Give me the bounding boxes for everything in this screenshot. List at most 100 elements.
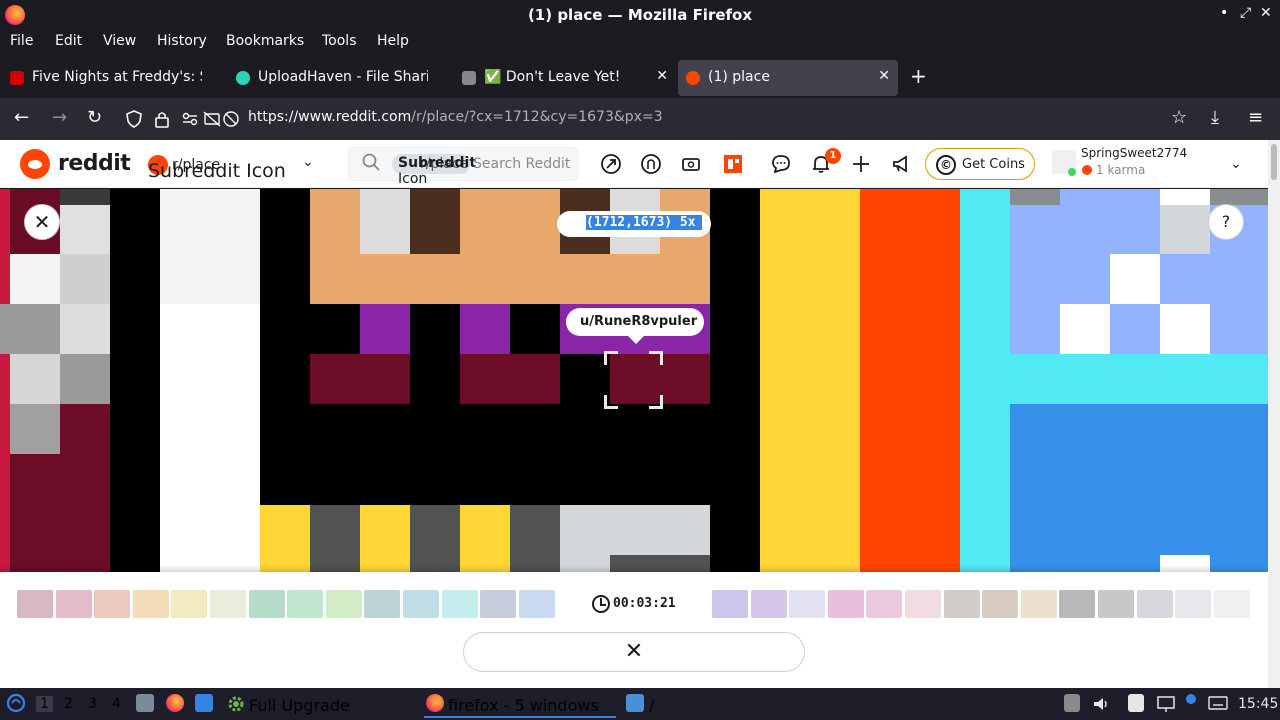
gear-icon[interactable] xyxy=(226,694,246,714)
color-swatch[interactable] xyxy=(1020,590,1057,618)
create-post-icon[interactable] xyxy=(850,153,872,175)
scrollbar[interactable] xyxy=(1268,140,1280,688)
scrollbar-thumb[interactable] xyxy=(1271,144,1277,180)
menu-tools[interactable]: Tools xyxy=(322,33,357,49)
folder-icon[interactable] xyxy=(626,694,644,712)
workspace-4[interactable]: 4 xyxy=(112,696,121,712)
menu-help[interactable]: Help xyxy=(377,33,409,49)
lock-icon[interactable] xyxy=(154,110,170,128)
full-upgrade-label[interactable]: Full Upgrade xyxy=(249,696,350,715)
title-bar: (1) place — Mozilla Firefox • ⤢ ✕ xyxy=(0,0,1280,30)
color-swatch[interactable] xyxy=(827,590,864,618)
keyboard-icon[interactable] xyxy=(1208,696,1228,710)
permissions-icon[interactable] xyxy=(182,111,198,127)
user-menu-chevron-icon[interactable]: ⌄ xyxy=(1230,156,1242,172)
color-swatch[interactable] xyxy=(17,590,53,618)
place-canvas[interactable] xyxy=(0,189,1268,572)
volume-icon[interactable] xyxy=(1092,695,1110,713)
chevron-down-icon[interactable]: ⌄ xyxy=(302,154,314,170)
clock: 15:45 xyxy=(1238,696,1279,712)
color-swatch[interactable] xyxy=(866,590,903,618)
tab-dont-leave[interactable]: ✅ Don't Leave Yet! ✕ xyxy=(454,60,676,96)
get-coins-button[interactable]: © Get Coins xyxy=(925,148,1035,180)
chat-icon[interactable] xyxy=(770,153,792,175)
tab-favicon-icon xyxy=(462,71,476,85)
folder-task-label[interactable]: / xyxy=(649,696,654,715)
maximize-icon[interactable]: ⤢ xyxy=(1240,5,1251,21)
color-swatch[interactable] xyxy=(132,590,169,618)
color-swatch[interactable] xyxy=(982,590,1019,618)
color-swatch[interactable] xyxy=(712,590,748,618)
color-swatch[interactable] xyxy=(94,590,131,618)
hamburger-menu-icon[interactable]: ≡ xyxy=(1248,107,1263,128)
tab-fnaf[interactable]: Five Nights at Freddy's: S xyxy=(2,60,224,96)
color-swatch[interactable] xyxy=(441,590,478,618)
bookmark-star-icon[interactable]: ☆ xyxy=(1171,107,1187,128)
menu-file[interactable]: File xyxy=(10,33,33,49)
reddit-logo-icon[interactable] xyxy=(20,149,50,179)
color-swatch[interactable] xyxy=(55,590,92,618)
color-swatch[interactable] xyxy=(905,590,941,618)
color-swatch[interactable] xyxy=(171,590,208,618)
username[interactable]: SpringSweet2774 xyxy=(1081,146,1187,160)
cancel-button[interactable]: ✕ xyxy=(463,632,805,672)
new-tab-icon[interactable]: + xyxy=(910,64,927,88)
color-swatch[interactable] xyxy=(1136,590,1173,618)
menu-history[interactable]: History xyxy=(157,33,207,49)
color-swatch[interactable] xyxy=(750,590,787,618)
community-icon[interactable] xyxy=(640,153,662,175)
canvas-pixel xyxy=(460,304,510,354)
tab-label: ✅ Don't Leave Yet! xyxy=(484,69,621,85)
reddit-wordmark[interactable]: reddit xyxy=(58,151,131,176)
advertise-megaphone-icon[interactable] xyxy=(890,153,912,175)
menu-bookmarks[interactable]: Bookmarks xyxy=(226,33,304,49)
back-icon[interactable]: ← xyxy=(14,107,29,128)
tab-uploadhaven[interactable]: UploadHaven - File Sharin xyxy=(228,60,450,96)
color-swatch[interactable] xyxy=(287,590,324,618)
color-swatch[interactable] xyxy=(210,590,246,618)
tab-close-icon[interactable]: ✕ xyxy=(656,68,668,84)
downloads-icon[interactable]: ⤓ xyxy=(1211,107,1219,128)
close-window-icon[interactable]: ✕ xyxy=(1260,5,1272,21)
popular-icon[interactable] xyxy=(600,153,622,175)
color-swatch[interactable] xyxy=(1175,590,1212,618)
workspace-1[interactable]: 1 xyxy=(36,696,53,712)
help-icon[interactable]: ? xyxy=(1208,204,1244,240)
color-swatch[interactable] xyxy=(1213,590,1250,618)
tab-close-icon[interactable]: ✕ xyxy=(878,68,890,84)
url-bar[interactable]: https://www.reddit.com/r/place/?cx=1712&… xyxy=(248,109,663,125)
firefox-launcher-icon[interactable] xyxy=(166,694,184,712)
close-canvas-button[interactable]: ✕ xyxy=(24,204,60,240)
color-swatch[interactable] xyxy=(1059,590,1096,618)
clipboard-icon[interactable] xyxy=(1064,694,1080,712)
autoplay-blocked-icon[interactable] xyxy=(222,110,240,128)
color-swatch[interactable] xyxy=(403,590,439,618)
color-swatch[interactable] xyxy=(789,590,826,618)
network-icon[interactable] xyxy=(1156,695,1176,713)
color-swatch[interactable] xyxy=(364,590,401,618)
color-swatch[interactable] xyxy=(248,590,285,618)
workspace-2[interactable]: 2 xyxy=(64,696,73,712)
color-swatch[interactable] xyxy=(518,590,555,618)
shield-icon[interactable] xyxy=(126,110,142,128)
color-swatch[interactable] xyxy=(943,590,980,618)
menu-edit[interactable]: Edit xyxy=(55,33,82,49)
color-swatch[interactable] xyxy=(325,590,362,618)
canvas-pixel xyxy=(460,354,560,404)
color-swatch[interactable] xyxy=(1098,590,1134,618)
color-swatch[interactable] xyxy=(480,590,517,618)
workspace-3[interactable]: 3 xyxy=(88,696,97,712)
reload-icon[interactable]: ↻ xyxy=(87,107,102,128)
terminal-icon[interactable] xyxy=(195,694,213,712)
file-manager-icon[interactable] xyxy=(136,694,154,712)
camera-blocked-icon[interactable] xyxy=(203,111,221,127)
minimize-icon[interactable]: • xyxy=(1220,5,1228,21)
start-menu-icon[interactable] xyxy=(6,693,26,713)
notes-icon[interactable] xyxy=(1128,694,1144,712)
place-icon[interactable] xyxy=(722,153,744,175)
menu-view[interactable]: View xyxy=(103,33,136,49)
navigation-bar: ← → ↻ https://www.reddit.com/r/place/?cx… xyxy=(0,98,1280,140)
forward-icon[interactable]: → xyxy=(52,107,67,128)
tab-place[interactable]: (1) place ✕ xyxy=(678,60,898,96)
video-icon[interactable] xyxy=(680,153,702,175)
